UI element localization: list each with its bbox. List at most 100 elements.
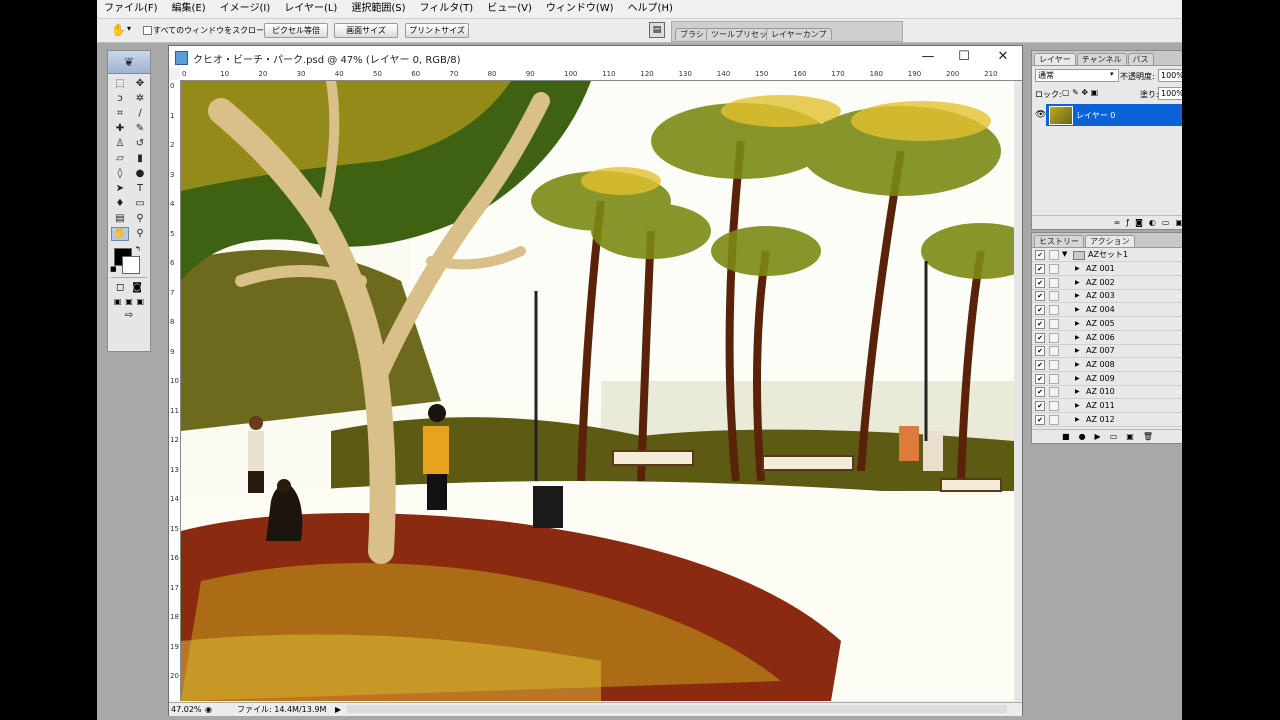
layer-visibility-eye-icon[interactable]: 👁 (1035, 110, 1046, 120)
swap-colors-icon[interactable]: ↰ (135, 245, 141, 253)
action-check[interactable]: ✔ (1035, 414, 1045, 425)
expand-triangle-icon[interactable]: ▶ (1075, 372, 1080, 385)
new-group-icon[interactable]: ▭ (1162, 216, 1170, 230)
document-title-bar[interactable]: クヒオ・ビーチ・パーク.psd @ 47% (レイヤー 0, RGB/8) — … (169, 46, 1022, 68)
menu-image[interactable]: イメージ(I) (213, 0, 278, 18)
action-check[interactable]: ✔ (1035, 346, 1045, 357)
action-row[interactable]: ✔ ▶ AZ 005 (1032, 317, 1182, 331)
action-check[interactable]: ✔ (1035, 318, 1045, 329)
crop-tool-icon[interactable]: ⌗ (111, 107, 129, 121)
expand-triangle-icon[interactable]: ▶ (1075, 413, 1080, 426)
move-tool-icon[interactable]: ✥ (131, 77, 149, 91)
new-action-icon[interactable]: ▣ (1126, 430, 1134, 444)
print-size-button[interactable]: プリントサイズ (405, 23, 469, 38)
tool-preset-dropdown-icon[interactable]: ▾ (127, 24, 131, 33)
status-menu-icon[interactable]: ◉ (205, 703, 212, 716)
tab-channels[interactable]: チャンネル (1076, 53, 1127, 65)
record-icon[interactable]: ● (1079, 430, 1086, 444)
tab-paths[interactable]: パス (1127, 53, 1154, 65)
action-dialog-toggle[interactable] (1049, 277, 1059, 288)
action-check[interactable]: ✔ (1035, 359, 1045, 370)
action-check[interactable]: ✔ (1035, 291, 1045, 302)
well-tab-layer-comps[interactable]: レイヤーカンプ (766, 28, 832, 40)
layer-mask-icon[interactable]: ◙ (1135, 216, 1143, 230)
action-dialog-toggle[interactable] (1049, 346, 1059, 357)
horizontal-scrollbar[interactable] (347, 705, 1007, 713)
screen-mode-standard-icon[interactable]: ▣ (114, 297, 122, 306)
tab-history[interactable]: ヒストリー (1034, 235, 1084, 247)
action-set-dialog-toggle[interactable] (1049, 250, 1059, 260)
menu-filter[interactable]: フィルタ(T) (412, 0, 480, 18)
blend-mode-select[interactable]: 通常 (1035, 69, 1119, 82)
action-dialog-toggle[interactable] (1049, 401, 1059, 411)
action-set-check[interactable]: ✔ (1035, 250, 1045, 260)
action-check[interactable]: ✔ (1035, 264, 1045, 274)
background-color-swatch[interactable] (122, 256, 140, 274)
action-check[interactable]: ✔ (1035, 401, 1045, 411)
screen-mode-menu-icon[interactable]: ▣ (125, 297, 133, 306)
action-dialog-toggle[interactable] (1049, 291, 1059, 302)
expand-triangle-icon[interactable]: ▶ (1075, 385, 1080, 398)
blur-tool-icon[interactable]: ◊ (111, 167, 129, 181)
action-dialog-toggle[interactable] (1049, 305, 1059, 316)
toolbox-header[interactable]: ❦ (108, 51, 150, 74)
expand-triangle-icon[interactable]: ▶ (1075, 358, 1080, 371)
link-layers-icon[interactable]: ∞ (1114, 216, 1121, 230)
tab-actions[interactable]: アクション (1085, 235, 1135, 247)
eyedropper-tool-icon[interactable]: ⚲ (131, 212, 149, 226)
action-set-row[interactable]: ✔ ▼ AZセット1 (1032, 248, 1182, 262)
well-tab-brushes[interactable]: ブラシ (675, 28, 709, 40)
marquee-tool-icon[interactable]: ⬚ (111, 77, 129, 91)
new-layer-icon[interactable]: ▣ (1175, 216, 1182, 230)
action-row[interactable]: ✔ ▶ AZ 009 (1032, 372, 1182, 386)
path-selection-tool-icon[interactable]: ➤ (111, 182, 129, 196)
lasso-tool-icon[interactable]: ↄ (111, 92, 129, 106)
image-canvas[interactable] (181, 81, 1014, 701)
action-row[interactable]: ✔ ▶ AZ 004 (1032, 303, 1182, 318)
expand-triangle-icon[interactable]: ▶ (1075, 303, 1080, 316)
expand-triangle-icon[interactable]: ▼ (1062, 248, 1067, 261)
default-colors-icon[interactable]: ■ (110, 265, 117, 273)
standard-mode-icon[interactable]: ◻ (116, 282, 124, 293)
menu-layer[interactable]: レイヤー(L) (277, 0, 344, 18)
lock-icons[interactable]: ▢ ✎ ✥ ▣ (1062, 88, 1098, 97)
close-button[interactable]: ✕ (995, 49, 1011, 65)
dodge-tool-icon[interactable]: ● (131, 167, 149, 181)
shape-tool-icon[interactable]: ▭ (131, 197, 149, 211)
vertical-scrollbar[interactable] (1014, 81, 1022, 701)
action-check[interactable]: ✔ (1035, 332, 1045, 343)
fill-input[interactable]: 100% (1158, 87, 1182, 100)
screen-mode-full-icon[interactable]: ▣ (137, 297, 145, 306)
action-row[interactable]: ✔ ▶ AZ 011 (1032, 399, 1182, 413)
zoom-level[interactable]: 47.02% (171, 703, 202, 716)
notes-tool-icon[interactable]: ▤ (111, 212, 129, 226)
menu-edit[interactable]: 編集(E) (165, 0, 213, 18)
new-set-icon[interactable]: ▭ (1110, 430, 1118, 444)
menu-select[interactable]: 選択範囲(S) (344, 0, 412, 18)
healing-brush-tool-icon[interactable]: ✚ (111, 122, 129, 136)
menu-file[interactable]: ファイル(F) (97, 0, 165, 18)
play-icon[interactable]: ▶ (1095, 430, 1101, 444)
actual-pixels-button[interactable]: ピクセル等倍 (264, 23, 328, 38)
adjustment-layer-icon[interactable]: ◐ (1149, 216, 1156, 230)
jump-to-imageready-icon[interactable]: ⇨ (125, 310, 133, 321)
brush-tool-icon[interactable]: ✎ (131, 122, 149, 136)
action-dialog-toggle[interactable] (1049, 414, 1059, 425)
action-dialog-toggle[interactable] (1049, 359, 1059, 370)
quick-mask-mode-icon[interactable]: ◙ (132, 282, 142, 293)
action-dialog-toggle[interactable] (1049, 373, 1059, 384)
action-row[interactable]: ✔ ▶ AZ 010 (1032, 385, 1182, 400)
tab-layers[interactable]: レイヤー (1034, 53, 1076, 65)
expand-triangle-icon[interactable]: ▶ (1075, 289, 1080, 302)
expand-triangle-icon[interactable]: ▶ (1075, 331, 1080, 344)
action-check[interactable]: ✔ (1035, 277, 1045, 288)
chevron-down-icon[interactable]: ▾ (1110, 70, 1114, 78)
history-brush-tool-icon[interactable]: ↺ (131, 137, 149, 151)
fit-screen-button[interactable]: 画面サイズ (334, 23, 398, 38)
action-dialog-toggle[interactable] (1049, 387, 1059, 398)
delete-action-icon[interactable]: 🗑 (1143, 430, 1153, 444)
file-browser-icon[interactable]: ▤ (649, 22, 665, 38)
vertical-ruler[interactable]: 0 1 2 3 4 5 6 7 8 9 10 11 12 13 14 15 16 17 18 19 20 (169, 80, 181, 701)
action-row[interactable]: ✔ ▶ AZ 003 (1032, 289, 1182, 304)
action-row[interactable]: ✔ ▶ AZ 008 (1032, 358, 1182, 372)
